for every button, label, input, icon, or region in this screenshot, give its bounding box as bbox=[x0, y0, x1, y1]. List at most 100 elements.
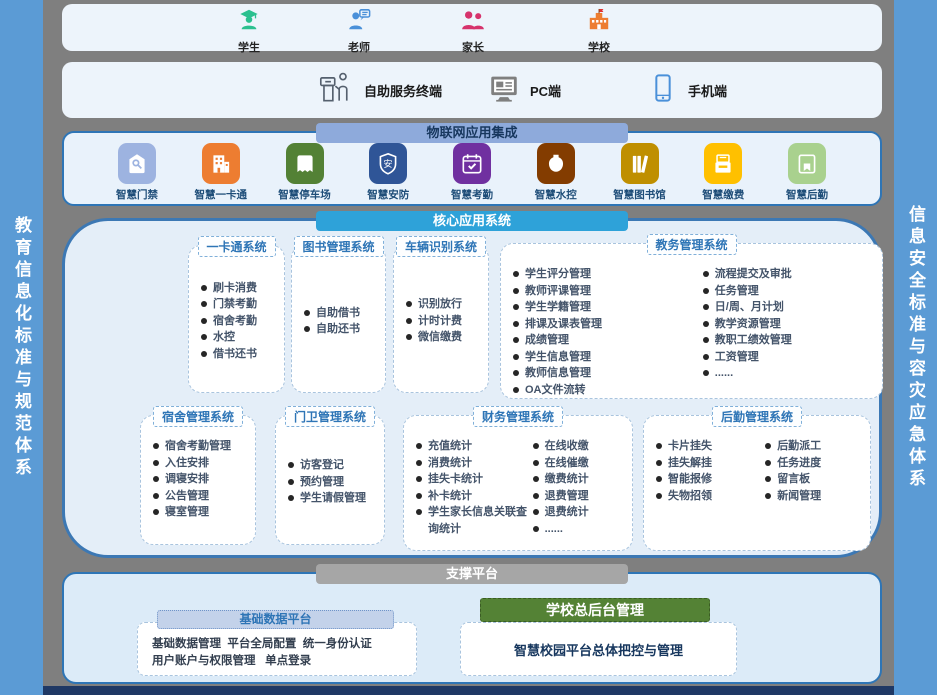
bullet-dot bbox=[703, 370, 709, 376]
iot-item-label: 智慧后勤 bbox=[786, 187, 828, 202]
bullet-dot bbox=[533, 476, 539, 482]
card-item: 后勤派工 bbox=[763, 438, 864, 455]
svg-text:安: 安 bbox=[384, 157, 393, 168]
iot-item-payment: 智慧缴费 bbox=[688, 143, 758, 202]
card-title: 宿舍管理系统 bbox=[153, 406, 243, 427]
terminal-label: 自助服务终端 bbox=[364, 81, 442, 100]
iot-section-header: 物联网应用集成 bbox=[316, 123, 628, 143]
iot-item-label: 智慧图书馆 bbox=[613, 187, 666, 202]
iot-item-label: 智慧门禁 bbox=[116, 187, 158, 202]
iot-item-label: 智慧考勤 bbox=[451, 187, 493, 202]
desktop-icon bbox=[487, 71, 521, 110]
bullet-dot bbox=[703, 271, 709, 277]
card-title: 后勤管理系统 bbox=[712, 406, 802, 427]
right-security-banner: 信息安全标准与容灾应急体系 bbox=[894, 0, 937, 695]
card-item: 排课及课表管理 bbox=[511, 316, 701, 333]
card-item: 消费统计 bbox=[414, 455, 531, 472]
iot-item-label: 智慧停车场 bbox=[278, 187, 331, 202]
attendance-icon bbox=[453, 143, 491, 184]
card-item: 预约管理 bbox=[286, 474, 378, 491]
bullet-dot bbox=[656, 476, 662, 482]
card-item: 调寝安排 bbox=[151, 471, 249, 488]
bullet-dot bbox=[153, 443, 159, 449]
bullet-dot bbox=[153, 476, 159, 482]
card-item: 宿舍考勤管理 bbox=[151, 438, 249, 455]
security-icon: 安 bbox=[369, 143, 407, 184]
card-item: 学生评分管理 bbox=[511, 266, 701, 283]
iot-item-label: 智慧安防 bbox=[367, 187, 409, 202]
card-item: 流程提交及审批 bbox=[701, 266, 876, 283]
support-section-header: 支撑平台 bbox=[316, 564, 628, 584]
bullet-dot bbox=[406, 301, 412, 307]
iot-item-label: 智慧水控 bbox=[535, 187, 577, 202]
diagram-canvas: 教育信息化标准与规范体系 信息安全标准与容灾应急体系 学生 老师 家长 bbox=[0, 0, 937, 695]
card-item-list: 刷卡消费 门禁考勤 宿舍考勤 水控 借书还书 bbox=[199, 280, 278, 363]
bullet-dot bbox=[416, 493, 422, 499]
core-section-header: 核心应用系统 bbox=[316, 211, 628, 231]
card-item-list: 流程提交及审批 任务管理 日/周、月计划 教学资源管理 教职工绩效管理 工资管理… bbox=[701, 266, 876, 398]
school-backend-title: 学校总后台管理 bbox=[480, 598, 710, 622]
card-item: 学生学籍管理 bbox=[511, 299, 701, 316]
card-title: 财务管理系统 bbox=[473, 406, 563, 427]
card-item: 成绩管理 bbox=[511, 332, 701, 349]
bullet-dot bbox=[416, 509, 422, 515]
card-item: 门禁考勤 bbox=[199, 296, 278, 313]
bullet-dot bbox=[513, 321, 519, 327]
card-item: 任务管理 bbox=[701, 283, 876, 300]
bullet-dot bbox=[288, 479, 294, 485]
card-item: 寝室管理 bbox=[151, 504, 249, 521]
bullet-dot bbox=[765, 493, 771, 499]
kiosk-icon bbox=[317, 69, 355, 112]
onecard-icon bbox=[202, 143, 240, 184]
base-data-platform-card: 基础数据管理 平台全局配置 统一身份认证 用户账户与权限管理 单点登录 bbox=[137, 622, 417, 676]
user-label: 家长 bbox=[462, 39, 484, 55]
bullet-dot bbox=[416, 460, 422, 466]
payment-icon bbox=[704, 143, 742, 184]
card-item: 自助还书 bbox=[302, 321, 379, 338]
bullet-dot bbox=[703, 321, 709, 327]
card-item: 新闻管理 bbox=[763, 488, 864, 505]
school-backend-content: 智慧校园平台总体把控与管理 bbox=[514, 640, 683, 659]
user-item-teacher: 老师 bbox=[327, 7, 391, 55]
user-label: 学生 bbox=[238, 39, 260, 55]
support-panel: 支撑平台 基础数据平台 基础数据管理 平台全局配置 统一身份认证 用户账户与权限… bbox=[62, 572, 882, 684]
card-item-list: 访客登记 预约管理 学生请假管理 bbox=[286, 457, 378, 507]
card-item: 补卡统计 bbox=[414, 488, 531, 505]
card-item: 失物招领 bbox=[654, 488, 763, 505]
bullet-dot bbox=[513, 288, 519, 294]
bullet-dot bbox=[406, 334, 412, 340]
bullet-dot bbox=[153, 509, 159, 515]
iot-item-water: 智慧水控 bbox=[521, 143, 591, 202]
parents-icon bbox=[460, 7, 486, 38]
bullet-dot bbox=[201, 351, 207, 357]
iot-items: 智慧门禁 智慧一卡通 智慧停车场 安 智慧安防 bbox=[64, 133, 880, 202]
card-title: 门卫管理系统 bbox=[285, 406, 375, 427]
bullet-dot bbox=[765, 476, 771, 482]
iot-item-library: 智慧图书馆 bbox=[605, 143, 675, 202]
bullet-dot bbox=[201, 318, 207, 324]
bullet-dot bbox=[513, 271, 519, 277]
card-item-list: 在线收缴 在线催缴 缴费统计 退费管理 退费统计 ...... bbox=[531, 438, 626, 537]
card-title: 车辆识别系统 bbox=[396, 236, 486, 257]
bullet-dot bbox=[533, 509, 539, 515]
card-item: 教职工绩效管理 bbox=[701, 332, 876, 349]
phone-icon bbox=[647, 72, 679, 109]
card-item-list: 充值统计 消费统计 挂失卡统计 补卡统计 学生家长信息关联查询统计 bbox=[414, 438, 531, 537]
school-icon bbox=[586, 7, 612, 38]
bullet-dot bbox=[656, 460, 662, 466]
card-item: 退费管理 bbox=[531, 488, 626, 505]
users-panel: 学生 老师 家长 学校 bbox=[62, 4, 882, 51]
bullet-dot bbox=[703, 354, 709, 360]
bullet-dot bbox=[533, 443, 539, 449]
card-item: 工资管理 bbox=[701, 349, 876, 366]
left-standards-banner: 教育信息化标准与规范体系 bbox=[0, 0, 43, 695]
bullet-dot bbox=[703, 337, 709, 343]
card-item: 智能报修 bbox=[654, 471, 763, 488]
bullet-dot bbox=[533, 493, 539, 499]
card-item: 识别放行 bbox=[404, 296, 482, 313]
iot-item-security: 安 智慧安防 bbox=[353, 143, 423, 202]
card-finance-system: 财务管理系统 充值统计 消费统计 挂失卡统计 补卡统计 学生家长信息关联查询统计… bbox=[403, 415, 633, 551]
terminal-item-mobile: 手机端 bbox=[647, 62, 727, 118]
card-item: 公告管理 bbox=[151, 488, 249, 505]
iot-item-logistics: 智慧后勤 bbox=[772, 143, 842, 202]
